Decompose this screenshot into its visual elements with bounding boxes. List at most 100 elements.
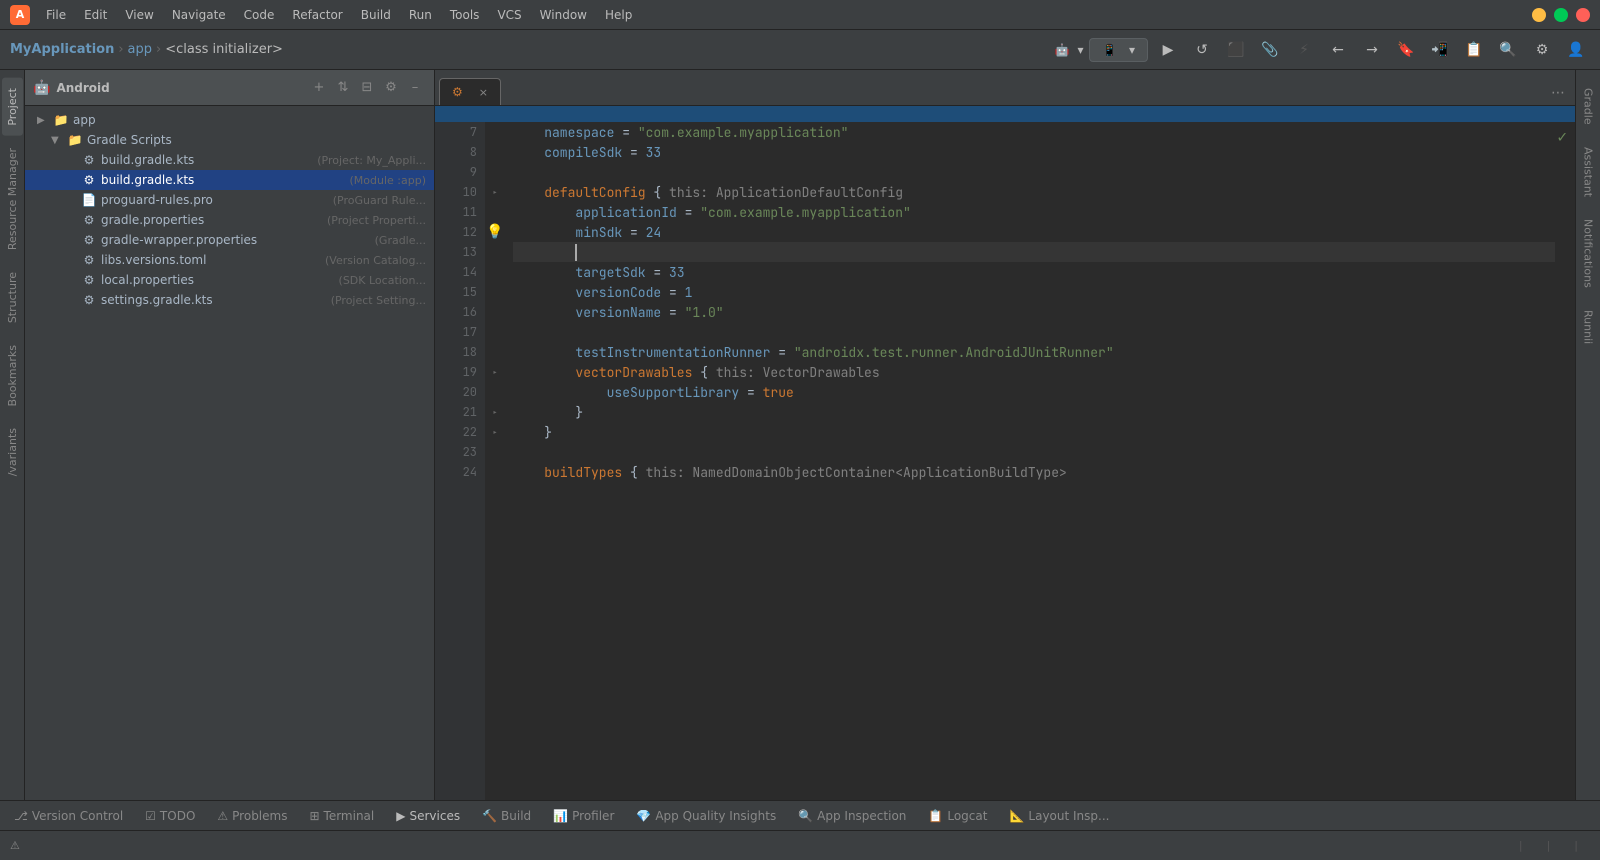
search-button[interactable]: 🔍 — [1494, 36, 1522, 64]
menu-item-navigate[interactable]: Navigate — [164, 6, 234, 24]
sidebar-tab-resource-manager[interactable]: Resource Manager — [2, 138, 23, 260]
right-tab-running[interactable]: Runnii — [1578, 300, 1599, 354]
code-content[interactable]: namespace = "com.example.myapplication" … — [505, 122, 1563, 800]
tree-item[interactable]: ⚙ build.gradle.kts (Module :app) — [25, 170, 434, 190]
menu-item-help[interactable]: Help — [597, 6, 640, 24]
editor-tab-build-gradle[interactable]: ⚙ × — [439, 78, 501, 105]
right-tab-gradle[interactable]: Gradle — [1578, 78, 1599, 135]
tree-item-hint: (Module :app) — [350, 174, 427, 187]
menu-item-view[interactable]: View — [117, 6, 161, 24]
tree-item[interactable]: ⚙ build.gradle.kts (Project: My_Appli... — [25, 150, 434, 170]
tree-item[interactable]: 📄 proguard-rules.pro (ProGuard Rule... — [25, 190, 434, 210]
gutter-item — [485, 262, 505, 282]
editor-tab-bar: ⚙ × ⋯ — [435, 70, 1575, 106]
stop-button[interactable]: ⬛ — [1222, 36, 1250, 64]
device-selector[interactable]: 📱 ▾ — [1089, 38, 1148, 62]
close-button[interactable] — [1576, 8, 1590, 22]
bottom-tab-icon: ⊞ — [309, 809, 319, 823]
menu-item-tools[interactable]: Tools — [442, 6, 488, 24]
code-line: } — [513, 402, 1555, 422]
sync-button[interactable]: ⇅ — [332, 77, 354, 99]
gutter-item: ▸ — [485, 362, 505, 382]
sidebar-tab-bookmarks[interactable]: Bookmarks — [2, 335, 23, 416]
device-file-button[interactable]: 📋 — [1460, 36, 1488, 64]
tree-item-label: proguard-rules.pro — [101, 193, 329, 207]
gutter-item: 💡 — [485, 222, 505, 242]
line-number: 19 — [443, 362, 477, 382]
breadcrumb-context[interactable]: <class initializer> — [165, 42, 283, 57]
sidebar-tab-project[interactable]: Project — [2, 78, 23, 136]
tree-item-hint: (Gradle... — [375, 234, 426, 247]
bottom-tab-problems[interactable]: ⚠Problems — [207, 805, 297, 827]
menu-item-window[interactable]: Window — [532, 6, 595, 24]
fold-icon[interactable]: ▸ — [492, 366, 498, 379]
forward-button[interactable]: → — [1358, 36, 1386, 64]
menu-item-edit[interactable]: Edit — [76, 6, 115, 24]
bottom-tab-layout-insp...[interactable]: 📐Layout Insp... — [999, 805, 1119, 827]
gear-icon[interactable]: ⚙ — [380, 77, 402, 99]
menu-item-file[interactable]: File — [38, 6, 74, 24]
attach-button[interactable]: 📎 — [1256, 36, 1284, 64]
profile-button[interactable]: ⚡ — [1290, 36, 1318, 64]
tab-close-button[interactable]: × — [479, 86, 488, 99]
collapse-all-button[interactable]: ⊟ — [356, 77, 378, 99]
fold-icon[interactable]: ▸ — [492, 186, 498, 199]
tab-overflow-button[interactable]: ⋯ — [1545, 81, 1571, 105]
menu-item-refactor[interactable]: Refactor — [284, 6, 350, 24]
bottom-tab-terminal[interactable]: ⊞Terminal — [299, 805, 384, 827]
warning-icon: ⚠ — [10, 839, 20, 852]
minimize-button[interactable] — [1532, 8, 1546, 22]
settings-button[interactable]: ⚙ — [1528, 36, 1556, 64]
refresh-button[interactable]: ↺ — [1188, 36, 1216, 64]
tree-item[interactable]: ⚙ gradle-wrapper.properties (Gradle... — [25, 230, 434, 250]
sidebar-tab-structure[interactable]: Structure — [2, 262, 23, 333]
tree-item[interactable]: ▼ 📁 Gradle Scripts — [25, 130, 434, 150]
bottom-tab-app-inspection[interactable]: 🔍App Inspection — [788, 805, 916, 827]
tree-item[interactable]: ⚙ settings.gradle.kts (Project Setting..… — [25, 290, 434, 310]
add-button[interactable]: + — [308, 77, 330, 99]
right-tab-assistant[interactable]: Assistant — [1578, 137, 1599, 207]
hide-panel-button[interactable]: – — [404, 77, 426, 99]
maximize-button[interactable] — [1554, 8, 1568, 22]
bottom-tab-icon: 📋 — [928, 809, 943, 823]
line-number: 9 — [443, 162, 477, 182]
line-number: 8 — [443, 142, 477, 162]
bookmark-button[interactable]: 🔖 — [1392, 36, 1420, 64]
run-button[interactable]: ▶ — [1154, 36, 1182, 64]
menu-item-code[interactable]: Code — [236, 6, 283, 24]
bottom-tab-profiler[interactable]: 📊Profiler — [543, 805, 624, 827]
tree-item-hint: (ProGuard Rule... — [333, 194, 426, 207]
right-tab-notifications[interactable]: Notifications — [1578, 209, 1599, 298]
breadcrumb-app[interactable]: MyApplication — [10, 42, 114, 57]
bottom-tab-build[interactable]: 🔨Build — [472, 805, 541, 827]
bottom-tab-services[interactable]: ▶Services — [386, 805, 470, 827]
tree-item[interactable]: ⚙ libs.versions.toml (Version Catalog... — [25, 250, 434, 270]
gutter-item: ▸ — [485, 182, 505, 202]
file-icon: ⚙ — [81, 152, 97, 168]
syntax-ok-icon: ✓ — [1557, 126, 1567, 147]
back-button[interactable]: ← — [1324, 36, 1352, 64]
tree-item[interactable]: ⚙ gradle.properties (Project Properti... — [25, 210, 434, 230]
menu-item-run[interactable]: Run — [401, 6, 440, 24]
code-line: vectorDrawables { this: VectorDrawables — [513, 362, 1555, 382]
bottom-tab-logcat[interactable]: 📋Logcat — [918, 805, 997, 827]
run-config-icon[interactable]: 🤖 ▾ — [1055, 36, 1083, 64]
code-editor[interactable]: 789101112131415161718192021222324 ▸💡▸▸▸ … — [435, 122, 1575, 800]
account-button[interactable]: 👤 — [1562, 36, 1590, 64]
bottom-tab-todo[interactable]: ☑TODO — [135, 805, 205, 827]
menu-item-build[interactable]: Build — [353, 6, 399, 24]
code-line: versionCode = 1 — [513, 282, 1555, 302]
bottom-tab-app-quality-insights[interactable]: 💎App Quality Insights — [626, 805, 786, 827]
bottom-tab-version-control[interactable]: ⎇Version Control — [4, 805, 133, 827]
deploy-button[interactable]: 📲 — [1426, 36, 1454, 64]
sidebar-tab-variants[interactable]: /variants — [2, 418, 23, 486]
bottom-tab-icon: ▶ — [396, 809, 405, 823]
fold-icon[interactable]: ▸ — [492, 426, 498, 439]
tree-item[interactable]: ⚙ local.properties (SDK Location... — [25, 270, 434, 290]
menu-item-vcs[interactable]: VCS — [489, 6, 529, 24]
fold-icon[interactable]: ▸ — [492, 406, 498, 419]
chevron-down-icon: ▾ — [1077, 43, 1083, 57]
breadcrumb-module[interactable]: app — [128, 42, 152, 57]
bottom-toolbar: ⎇Version Control☑TODO⚠Problems⊞Terminal▶… — [0, 800, 1600, 830]
tree-item[interactable]: ▶ 📁 app — [25, 110, 434, 130]
